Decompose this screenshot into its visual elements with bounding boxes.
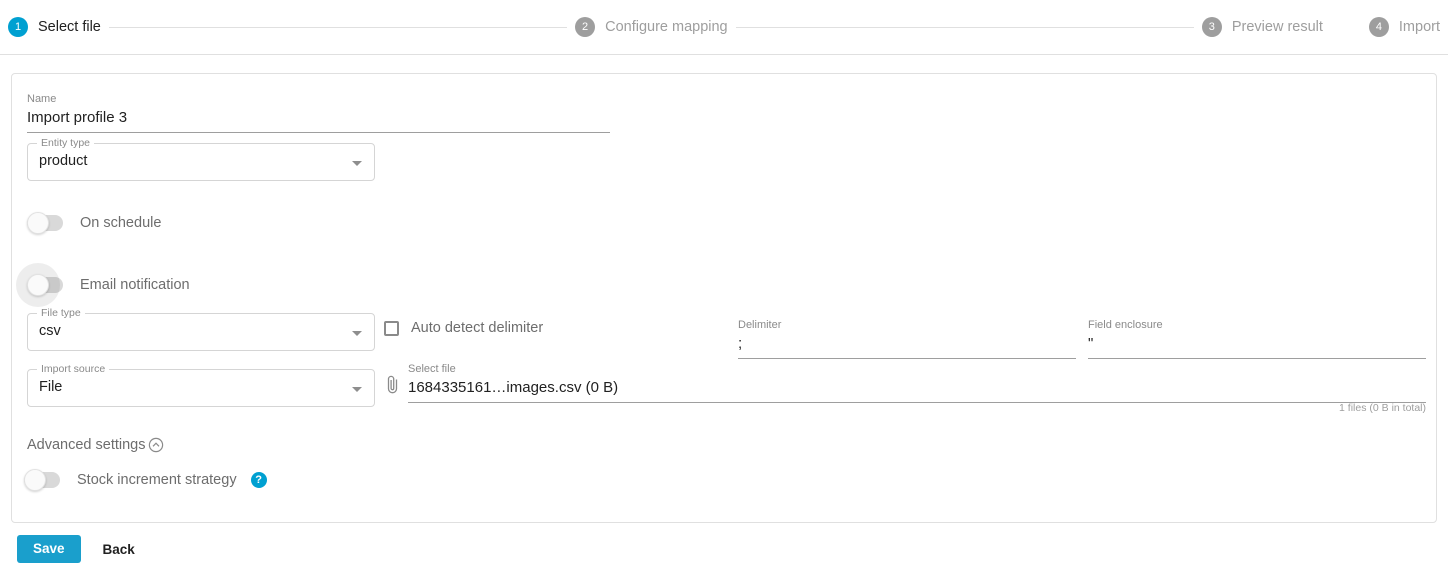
step-configure-mapping[interactable]: 2 Configure mapping bbox=[567, 17, 736, 37]
select-file-value[interactable]: 1684335161…images.csv (0 B) bbox=[408, 376, 1426, 399]
step-select-file[interactable]: 1 Select file bbox=[0, 17, 109, 37]
email-notification-toggle-row[interactable]: Email notification bbox=[16, 263, 190, 307]
back-button[interactable]: Back bbox=[103, 542, 135, 557]
step-connector-2 bbox=[735, 26, 1194, 28]
auto-detect-delimiter-label: Auto detect delimiter bbox=[411, 320, 544, 336]
step-import[interactable]: 4 Import bbox=[1361, 17, 1448, 37]
entity-type-label: Entity type bbox=[37, 137, 95, 150]
help-icon[interactable]: ? bbox=[250, 472, 267, 488]
email-notification-label: Email notification bbox=[80, 277, 190, 293]
delimiter-label: Delimiter bbox=[738, 319, 782, 331]
select-file-field[interactable]: Select file 1684335161…images.csv (0 B) bbox=[408, 362, 1426, 403]
stock-increment-strategy-row[interactable]: Stock increment strategy ? bbox=[24, 469, 267, 491]
form-actions: Save Back bbox=[17, 535, 135, 563]
on-schedule-toggle[interactable] bbox=[27, 212, 63, 234]
save-button[interactable]: Save bbox=[17, 535, 81, 563]
advanced-settings-toggle[interactable]: Advanced settings bbox=[27, 437, 164, 453]
step-number-3: 3 bbox=[1201, 17, 1222, 37]
on-schedule-label: On schedule bbox=[80, 215, 162, 231]
toggle-knob bbox=[24, 469, 46, 491]
file-type-value: csv bbox=[39, 323, 61, 339]
chevron-down-icon[interactable] bbox=[352, 387, 362, 392]
step-label-select-file: Select file bbox=[38, 19, 101, 35]
chevron-up-circle-icon[interactable] bbox=[148, 437, 164, 453]
stock-increment-strategy-toggle[interactable] bbox=[24, 469, 60, 491]
field-enclosure-underline bbox=[1088, 358, 1426, 359]
delimiter-field[interactable]: Delimiter ; bbox=[738, 318, 1076, 359]
import-source-select[interactable]: Import source File bbox=[27, 363, 375, 407]
field-enclosure-label: Field enclosure bbox=[1088, 319, 1163, 331]
step-connector-1 bbox=[108, 26, 568, 28]
name-field-underline bbox=[27, 132, 610, 133]
entity-type-select[interactable]: Entity type product bbox=[27, 137, 375, 181]
toggle-knob bbox=[27, 274, 49, 296]
entity-type-value: product bbox=[39, 153, 88, 169]
chevron-down-icon[interactable] bbox=[352, 161, 362, 166]
step-label-preview-result: Preview result bbox=[1231, 19, 1323, 35]
file-type-select[interactable]: File type csv bbox=[27, 307, 375, 351]
import-profile-card bbox=[11, 73, 1437, 523]
stock-increment-strategy-label: Stock increment strategy bbox=[77, 472, 237, 488]
select-file-label: Select file bbox=[408, 363, 456, 375]
step-number-4: 4 bbox=[1368, 17, 1389, 37]
auto-detect-delimiter-checkbox[interactable] bbox=[384, 320, 399, 336]
stepper-divider bbox=[0, 54, 1448, 55]
step-number-2: 2 bbox=[575, 17, 596, 37]
toggle-knob bbox=[27, 212, 49, 234]
name-field-value[interactable]: Import profile 3 bbox=[27, 106, 610, 129]
email-notification-toggle[interactable] bbox=[16, 263, 63, 307]
import-stepper: 1 Select file 2 Configure mapping 3 Prev… bbox=[0, 0, 1448, 54]
auto-detect-delimiter-row[interactable]: Auto detect delimiter bbox=[384, 320, 543, 336]
step-label-configure-mapping: Configure mapping bbox=[605, 19, 728, 35]
name-field[interactable]: Name Import profile 3 bbox=[27, 92, 610, 133]
step-number-1: 1 bbox=[8, 17, 28, 37]
on-schedule-toggle-row[interactable]: On schedule bbox=[27, 212, 162, 234]
step-label-import: Import bbox=[1398, 19, 1440, 35]
field-enclosure-field[interactable]: Field enclosure " bbox=[1088, 318, 1426, 359]
import-source-value: File bbox=[39, 379, 63, 395]
delimiter-underline bbox=[738, 358, 1076, 359]
file-type-label: File type bbox=[37, 307, 85, 320]
paperclip-icon[interactable] bbox=[384, 374, 402, 396]
field-enclosure-value[interactable]: " bbox=[1088, 332, 1426, 355]
files-total-text: 1 files (0 B in total) bbox=[1339, 402, 1426, 414]
import-source-label: Import source bbox=[37, 363, 110, 376]
chevron-down-icon[interactable] bbox=[352, 331, 362, 336]
delimiter-value[interactable]: ; bbox=[738, 332, 1076, 355]
name-field-label: Name bbox=[27, 93, 57, 105]
step-preview-result[interactable]: 3 Preview result bbox=[1194, 17, 1331, 37]
advanced-settings-label: Advanced settings bbox=[27, 437, 146, 453]
